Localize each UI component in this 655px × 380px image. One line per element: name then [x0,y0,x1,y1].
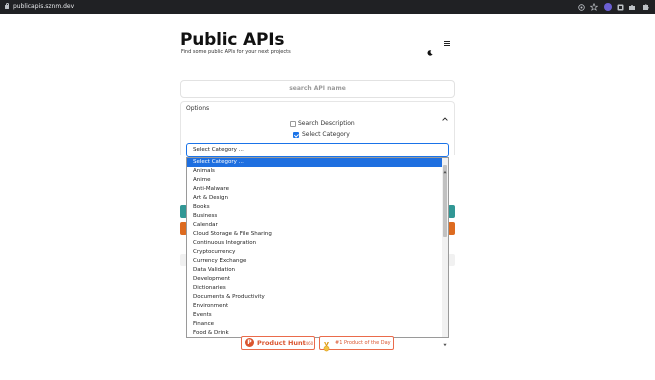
search-input[interactable]: search API name [180,80,455,98]
product-hunt-logo-icon: P [245,338,254,347]
dropdown-option[interactable]: Art & Design [187,194,443,203]
dropdown-option[interactable]: Continuous Integration [187,239,443,248]
category-select[interactable]: Select Category ... [186,143,449,157]
page-title: Public APIs [180,30,285,50]
dropdown-option[interactable]: Dictionaries [187,284,443,293]
product-hunt-label: Product Hunt [257,339,306,347]
dropdown-option[interactable]: Currency Exchange [187,257,443,266]
search-description-checkbox[interactable] [290,121,296,127]
select-category-checkbox[interactable] [293,132,299,138]
dropdown-option[interactable]: Documents & Productivity [187,293,443,302]
teal-button-edge-right[interactable] [448,205,455,218]
cast-icon[interactable] [577,3,585,11]
dropdown-option[interactable]: Cloud Storage & File Sharing [187,230,443,239]
dropdown-option[interactable]: Finance [187,320,443,329]
hamburger-menu-icon[interactable] [444,41,450,46]
chevron-up-icon[interactable] [442,106,448,121]
search-description-label: Search Description [298,120,355,127]
dropdown-option[interactable]: Cryptocurrency [187,248,443,257]
product-hunt-count: 1460 [303,341,314,346]
scroll-up-arrow-icon[interactable] [443,159,447,174]
dropdown-option[interactable]: Environment [187,302,443,311]
profile-extension-icon[interactable] [604,3,612,11]
category-select-value: Select Category ... [193,147,244,153]
dropdown-option[interactable]: Calendar [187,221,443,230]
select-category-label: Select Category [302,131,350,138]
address-bar-url[interactable]: publicapis.sznm.dev [13,3,74,11]
dropdown-option[interactable]: Select Category ... [187,158,443,167]
extension-icon[interactable] [616,3,624,11]
dropdown-option[interactable]: Books [187,203,443,212]
dropdown-scrollbar-thumb[interactable] [443,165,447,237]
scroll-down-arrow-icon[interactable] [443,332,447,347]
moon-icon[interactable] [427,41,433,56]
dropdown-option[interactable]: Data Validation [187,266,443,275]
search-placeholder: search API name [289,85,346,92]
dropdown-option[interactable]: Anti-Malware [187,185,443,194]
puzzle-extensions-icon[interactable] [628,3,636,11]
dropdown-option[interactable]: Animals [187,167,443,176]
dropdown-option[interactable]: Food & Drink [187,329,443,337]
options-label[interactable]: Options [186,105,209,112]
card-edge-right [448,254,455,266]
dropdown-option[interactable]: Events [187,311,443,320]
category-dropdown-list[interactable]: Select Category ... Animals Anime Anti-M… [186,157,449,338]
puzzle-icon[interactable] [641,3,649,11]
dropdown-option[interactable]: Anime [187,176,443,185]
medal-icon [323,337,330,352]
product-of-day-label: #1 Product of the Day [335,340,391,346]
page-subtitle: Find some public APIs for your next proj… [181,49,291,55]
lock-icon [5,2,9,9]
dropdown-option[interactable]: Business [187,212,443,221]
browser-address-bar: publicapis.sznm.dev [0,0,655,14]
dropdown-option[interactable]: Development [187,275,443,284]
bookmark-star-icon[interactable] [590,3,598,11]
chevron-down-icon[interactable] [438,148,443,163]
orange-button-edge-right[interactable] [448,222,455,235]
